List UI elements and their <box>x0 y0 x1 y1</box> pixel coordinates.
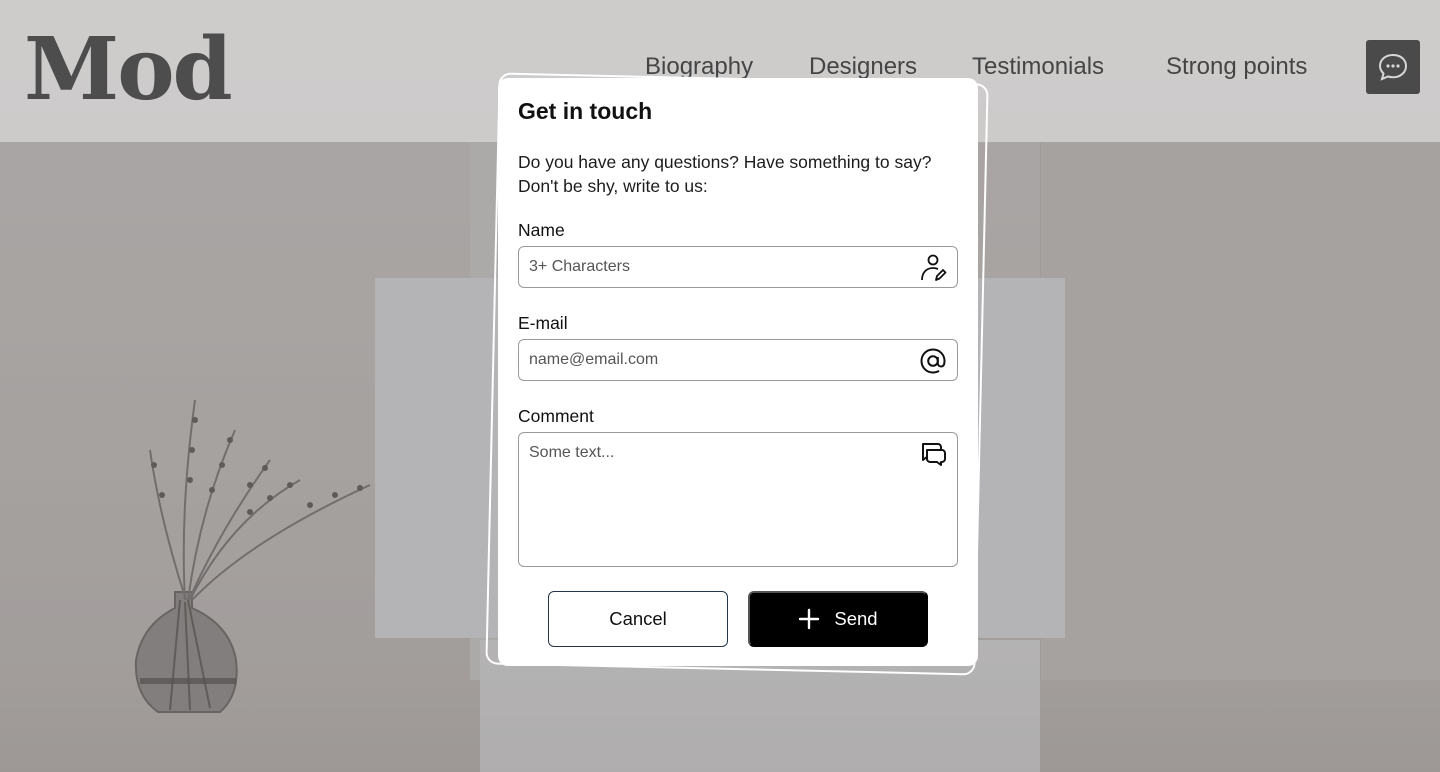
email-input[interactable]: name@email.com <box>518 339 958 381</box>
name-input[interactable]: 3+ Characters <box>518 246 958 288</box>
send-button-label: Send <box>834 608 878 629</box>
comments-icon <box>922 443 946 466</box>
chat-bubble-icon <box>1378 53 1408 81</box>
user-edit-icon <box>921 254 947 281</box>
name-placeholder: 3+ Characters <box>529 258 630 275</box>
at-sign-icon <box>920 348 946 374</box>
send-button[interactable]: Send <box>748 591 928 647</box>
modal-description: Do you have any questions? Have somethin… <box>518 152 932 196</box>
site-logo[interactable]: Mod <box>24 22 233 118</box>
email-label: E-mail <box>518 313 568 333</box>
cancel-button-label: Cancel <box>609 608 667 629</box>
modal-title: Get in touch <box>518 98 653 124</box>
chat-button[interactable] <box>1366 40 1420 94</box>
comment-textarea[interactable]: Some text... <box>518 432 958 567</box>
plus-icon <box>799 608 820 630</box>
contact-modal: Get in touch Do you have any questions? … <box>498 78 978 666</box>
email-placeholder: name@email.com <box>529 351 659 368</box>
comment-placeholder: Some text... <box>529 444 615 461</box>
name-label: Name <box>518 220 565 240</box>
nav-link-testimonials[interactable]: Testimonials <box>972 52 1104 82</box>
cancel-button[interactable]: Cancel <box>548 591 728 647</box>
nav-link-strong-points[interactable]: Strong points <box>1166 52 1307 82</box>
comment-label: Comment <box>518 406 594 426</box>
